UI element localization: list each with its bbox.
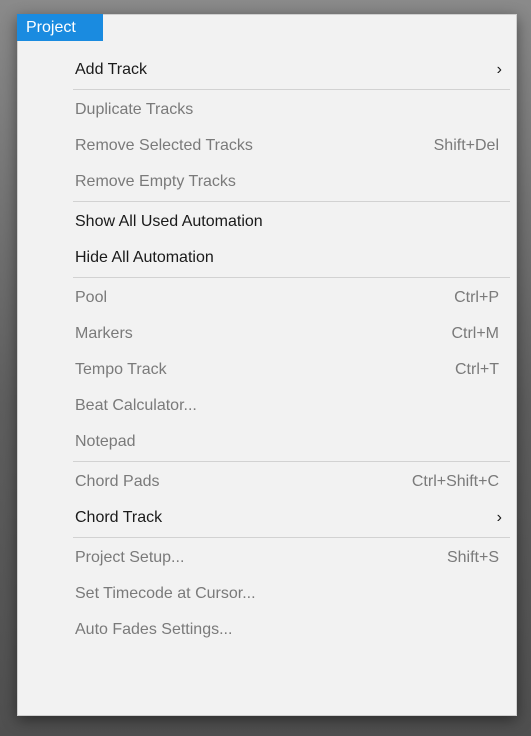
menu-item-label: Chord Pads	[75, 473, 160, 490]
menu-separator	[73, 201, 510, 202]
menu-item-shortcut: Ctrl+P	[454, 289, 499, 306]
menu-item-label: Auto Fades Settings...	[75, 621, 233, 638]
menu-item-hide-all-automation[interactable]: Hide All Automation	[18, 240, 516, 276]
menu-item-show-all-used-automation[interactable]: Show All Used Automation	[18, 204, 516, 240]
menu-separator	[73, 461, 510, 462]
menu-item-remove-selected-tracks[interactable]: Remove Selected Tracks Shift+Del	[18, 128, 516, 164]
chevron-right-icon: ›	[496, 61, 502, 78]
menu-item-shortcut: Ctrl+Shift+C	[411, 473, 499, 490]
menu-item-label: Markers	[75, 325, 133, 342]
chevron-right-icon: ›	[496, 509, 502, 526]
project-menu-title[interactable]: Project	[17, 14, 103, 41]
menu-item-markers[interactable]: Markers Ctrl+M	[18, 316, 516, 352]
menu-item-label: Remove Empty Tracks	[75, 173, 236, 190]
project-menu-dropdown: Add Track › Duplicate Tracks Remove Selecte…	[17, 14, 517, 716]
menu-item-label: Tempo Track	[75, 361, 167, 378]
menu-item-shortcut: Shift+S	[446, 549, 499, 566]
menu-separator	[73, 277, 510, 278]
menu-item-label: Project Setup...	[75, 549, 185, 566]
menu-item-project-setup[interactable]: Project Setup... Shift+S	[18, 540, 516, 576]
menu-item-remove-empty-tracks[interactable]: Remove Empty Tracks	[18, 164, 516, 200]
menu-item-label: Add Track	[75, 61, 148, 78]
menu-item-label: Duplicate Tracks	[75, 101, 194, 118]
menu-item-chord-pads[interactable]: Chord Pads Ctrl+Shift+C	[18, 464, 516, 500]
menu-item-auto-fades-settings[interactable]: Auto Fades Settings...	[18, 612, 516, 648]
menu-item-notepad[interactable]: Notepad	[18, 424, 516, 460]
menu-item-duplicate-tracks[interactable]: Duplicate Tracks	[18, 92, 516, 128]
menu-item-label: Set Timecode at Cursor...	[75, 585, 256, 602]
menu-separator	[73, 89, 510, 90]
menu-item-list: Add Track › Duplicate Tracks Remove Selecte…	[18, 52, 516, 648]
menu-item-chord-track[interactable]: Chord Track ›	[18, 500, 516, 536]
menu-item-label: Show All Used Automation	[75, 213, 263, 230]
menu-item-label: Chord Track	[75, 509, 163, 526]
menu-item-beat-calculator[interactable]: Beat Calculator...	[18, 388, 516, 424]
menu-item-label: Pool	[75, 289, 108, 306]
menu-item-shortcut: Shift+Del	[433, 137, 499, 154]
menu-item-add-track[interactable]: Add Track ›	[18, 52, 516, 88]
menu-separator	[73, 537, 510, 538]
menu-item-label: Notepad	[75, 433, 136, 450]
menu-item-tempo-track[interactable]: Tempo Track Ctrl+T	[18, 352, 516, 388]
menu-item-shortcut: Ctrl+T	[455, 361, 499, 378]
menu-item-pool[interactable]: Pool Ctrl+P	[18, 280, 516, 316]
menu-item-set-timecode-at-cursor[interactable]: Set Timecode at Cursor...	[18, 576, 516, 612]
menu-item-shortcut: Ctrl+M	[451, 325, 499, 342]
menu-item-label: Remove Selected Tracks	[75, 137, 253, 154]
menu-item-label: Beat Calculator...	[75, 397, 197, 414]
menu-item-label: Hide All Automation	[75, 249, 214, 266]
